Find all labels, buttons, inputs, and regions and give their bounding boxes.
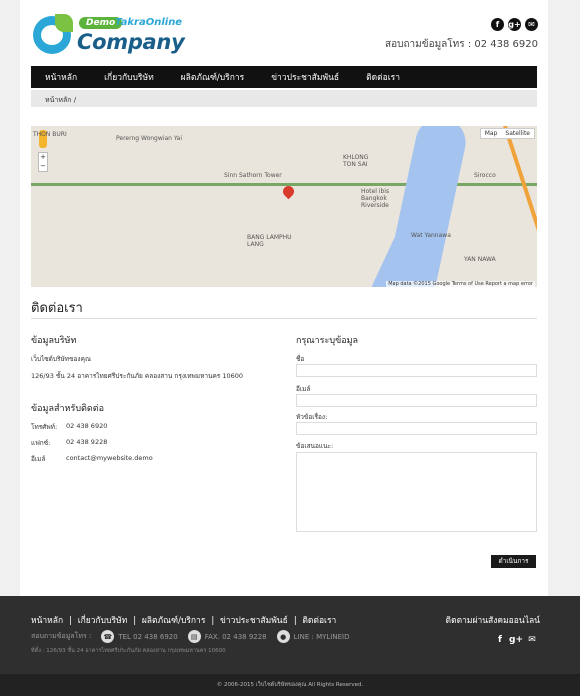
submit-button[interactable]: ดำเนินการ: [491, 555, 536, 568]
nav-about[interactable]: เกี่ยวกับบริษัท: [104, 70, 154, 84]
message-textarea[interactable]: [296, 452, 537, 532]
footer-address: ที่ตั้ง : 126/93 ชั้น 24 อาคารไทยศรีประก…: [31, 648, 226, 654]
map-attribution: Map data ©2015 Google Terms of Use Repor…: [386, 281, 535, 287]
map-marker-icon[interactable]: [280, 183, 297, 200]
map-label: Sinn Sathorn Tower: [224, 172, 282, 179]
map-label: YAN NAWA: [464, 256, 496, 263]
name-label: ชื่อ: [296, 355, 305, 363]
map-label: BANG LAMPHU LANG: [247, 234, 292, 248]
map-label: KHLONG TON SAI: [343, 154, 369, 168]
google-plus-icon[interactable]: g+: [509, 634, 523, 646]
footer-fax: FAX. 02 438 9228: [204, 632, 267, 641]
nav-home[interactable]: หน้าหลัก: [45, 70, 77, 84]
fax-icon: ▤: [187, 630, 201, 643]
map-type-toggle[interactable]: Map Satellite: [479, 128, 535, 139]
footer-nav-contact[interactable]: ติดต่อเรา: [302, 616, 336, 626]
map-road: [31, 183, 537, 186]
footer-nav-products[interactable]: ผลิตภัณฑ์/บริการ: [142, 616, 206, 626]
inquiry-label: สอบถามข้อมูลโทร :: [31, 632, 92, 640]
subject-input[interactable]: [296, 422, 537, 435]
contact-heading: ข้อมูลสำหรับติดต่อ: [31, 404, 104, 414]
footer-nav: หน้าหลัก | เกี่ยวกับบริษัท | ผลิตภัณฑ์/บริ…: [31, 616, 337, 626]
footer-contact-info: สอบถามข้อมูลโทร : ☎ TEL 02 438 6920 ▤ FA…: [31, 630, 349, 643]
message-label: ข้อเสนอแนะ:: [296, 442, 334, 450]
map-type-map[interactable]: Map: [481, 129, 502, 138]
zoom-control[interactable]: + −: [38, 152, 48, 172]
footer-social: f g+ ✉: [494, 634, 538, 646]
header-phone: สอบถามข้อมูลโทร : 02 438 6920: [385, 39, 538, 50]
map-label: Sirocco: [474, 172, 496, 179]
follow-heading: ติดตามผ่านสังคมออนไลน์: [445, 616, 540, 626]
logo-leaf: [55, 14, 73, 32]
footer: หน้าหลัก | เกี่ยวกับบริษัท | ผลิตภัณฑ์/บริ…: [0, 596, 580, 674]
subject-label: หัวข้อเรื่อง:: [296, 413, 328, 421]
google-map[interactable]: + − Map Satellite THON BURI Pererng Wongw…: [31, 126, 537, 287]
map-label: Hotel ibis Bangkok Riverside: [361, 188, 390, 209]
phone-icon: ☎: [101, 630, 115, 643]
nav-news[interactable]: ข่าวประชาสัมพันธ์: [271, 70, 339, 84]
footer-tel: TEL 02 438 6920: [118, 632, 178, 641]
brand-sub: TakraOnline: [115, 17, 183, 28]
map-label: Pererng Wongwian Yai: [116, 135, 183, 142]
nav-contact[interactable]: ติดต่อเรา: [366, 70, 400, 84]
breadcrumb[interactable]: หน้าหลัก /: [31, 90, 537, 107]
email-icon[interactable]: ✉: [525, 18, 538, 31]
page-container: Demo TakraOnline Company f g+ ✉ สอบถามข้…: [20, 0, 548, 596]
facebook-icon[interactable]: f: [494, 634, 506, 646]
form-heading: กรุณาระบุข้อมูล: [296, 336, 359, 346]
footer-nav-home[interactable]: หน้าหลัก: [31, 616, 63, 626]
email-icon[interactable]: ✉: [526, 634, 538, 646]
facebook-icon[interactable]: f: [491, 18, 504, 31]
footer-nav-news[interactable]: ข่าวประชาสัมพันธ์: [220, 616, 288, 626]
map-expressway: [503, 126, 537, 287]
header-social: f g+ ✉: [491, 18, 538, 31]
phone-value: 02 438 6920: [66, 422, 108, 430]
page-title: ติดต่อเรา: [31, 301, 83, 316]
line-icon: ●: [276, 630, 290, 643]
email-input[interactable]: [296, 394, 537, 407]
footer-line: LINE : MYLINEID: [293, 632, 350, 641]
map-type-satellite[interactable]: Satellite: [501, 129, 534, 138]
map-label: THON BURI: [33, 131, 67, 138]
map-label: Wat Yannawa: [411, 232, 451, 239]
email-value[interactable]: contact@mywebsite.demo: [66, 454, 153, 462]
footer-nav-about[interactable]: เกี่ยวกับบริษัท: [78, 616, 128, 626]
email-label: อีเมล์: [296, 385, 311, 393]
google-plus-icon[interactable]: g+: [508, 18, 521, 31]
fax-value: 02 438 9228: [66, 438, 108, 446]
brand-main: Company: [77, 30, 185, 54]
name-input[interactable]: [296, 364, 537, 377]
divider: [31, 318, 537, 319]
fax-label: แฟกซ์:: [31, 439, 51, 447]
phone-label: โทรศัพท์:: [31, 423, 58, 431]
logo[interactable]: Demo TakraOnline Company: [33, 14, 185, 56]
email-label: อีเมล์: [31, 455, 46, 463]
main-nav: หน้าหลัก เกี่ยวกับบริษัท ผลิตภัณฑ์/บริกา…: [31, 66, 537, 88]
company-address: 126/93 ชั้น 24 อาคารไทยศรีประกันภัย คลอง…: [31, 372, 244, 380]
company-heading: ข้อมูลบริษัท: [31, 336, 77, 346]
copyright: © 2006-2015 เว็บไซต์บริษัทของคุณ All Rig…: [0, 674, 580, 696]
nav-products[interactable]: ผลิตภัณฑ์/บริการ: [181, 70, 245, 84]
company-name: เว็บไซต์บริษัทของคุณ: [31, 355, 91, 363]
